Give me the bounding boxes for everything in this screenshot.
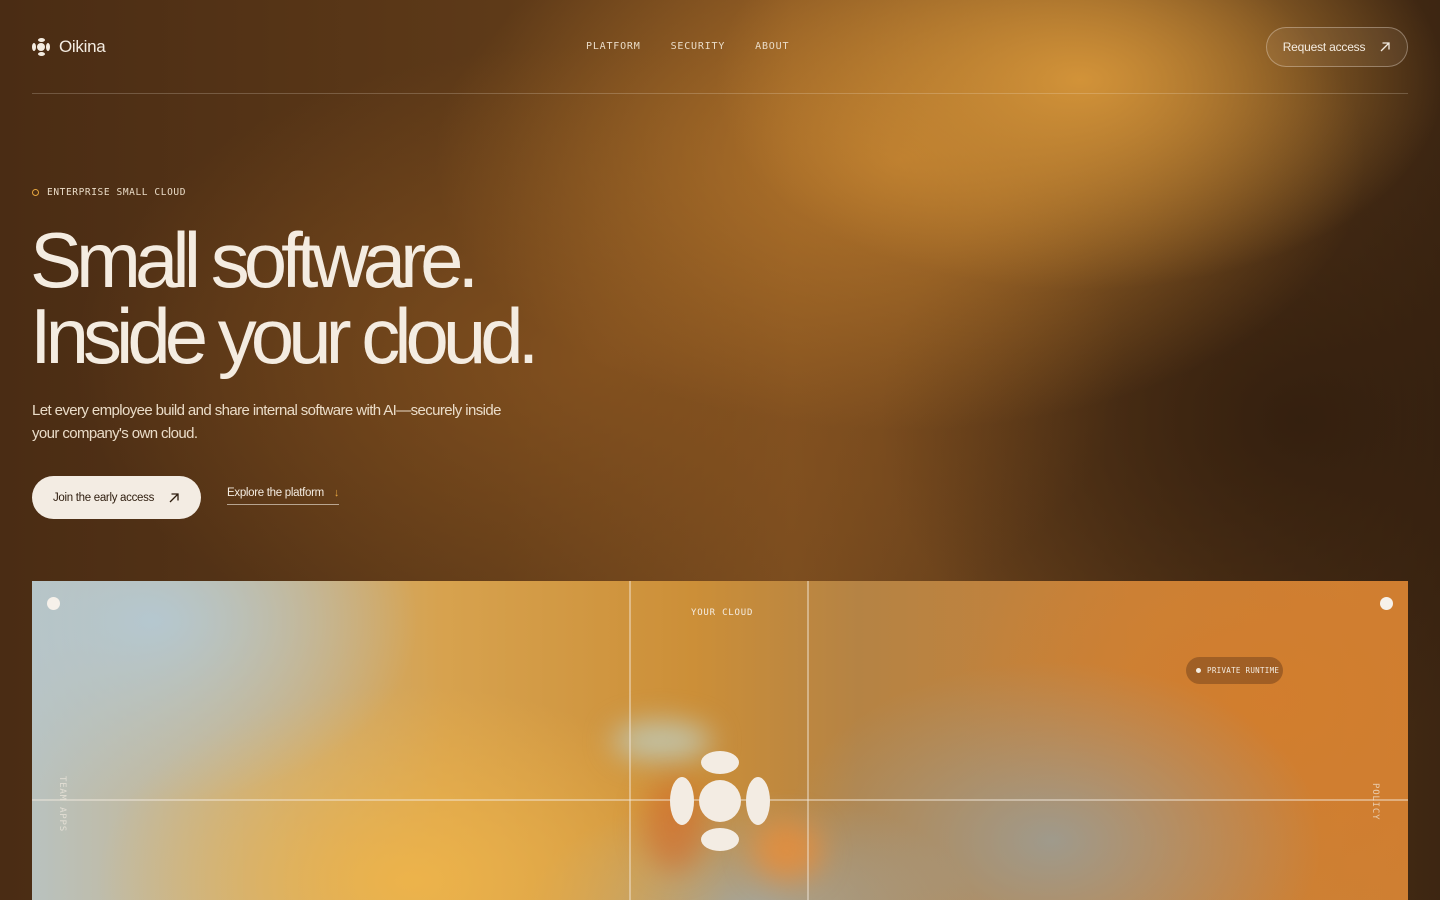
arrow-down-icon: ↓ [333, 487, 340, 499]
grid-line-vertical [807, 581, 809, 900]
arrow-up-right-icon [1379, 41, 1391, 53]
explore-platform-label: Explore the platform [227, 487, 324, 499]
oikina-logo-icon-large [670, 751, 770, 851]
brand-name: Oikina [59, 36, 106, 56]
hero-eyebrow: ENTERPRISE SMALL CLOUD [32, 187, 186, 198]
private-runtime-chip: PRIVATE RUNTIME [1186, 657, 1283, 684]
explore-platform-link[interactable]: Explore the platform ↓ [227, 487, 339, 505]
corner-dot [1380, 597, 1393, 610]
nav-item-security[interactable]: SECURITY [671, 41, 726, 52]
status-dot-icon [1196, 668, 1201, 673]
oikina-logo-icon [32, 37, 50, 56]
grid-line-vertical [629, 581, 631, 900]
hero-subtitle: Let every employee build and share inter… [32, 402, 501, 442]
label-your-cloud: YOUR CLOUD [691, 608, 754, 618]
eyebrow-label: ENTERPRISE SMALL CLOUD [47, 187, 187, 198]
request-access-button[interactable]: Request access [1266, 26, 1408, 67]
brand-logo-link[interactable]: Oikina [32, 36, 106, 57]
join-early-access-label: Join the early access [52, 491, 155, 504]
request-access-label: Request access [1282, 39, 1366, 54]
corner-dot [47, 597, 60, 610]
label-policy: POLICY [1370, 783, 1380, 821]
headline-line-1: Small software. [30, 216, 479, 304]
private-runtime-label: PRIVATE RUNTIME [1207, 666, 1280, 675]
headline-line-2: Inside your cloud. [30, 292, 539, 380]
cloud-visual-panel: YOUR CLOUD TEAM APPS POLICY PRIVATE RUNT… [32, 581, 1408, 900]
hero-headline: Small software. Inside your cloud. [30, 216, 539, 380]
label-team-apps: TEAM APPS [57, 776, 67, 832]
arrow-up-right-icon [168, 492, 180, 504]
nav-item-platform[interactable]: PLATFORM [586, 41, 641, 52]
join-early-access-button[interactable]: Join the early access [32, 476, 201, 519]
nav-item-about[interactable]: ABOUT [755, 41, 789, 52]
main-nav: PLATFORM SECURITY ABOUT [586, 41, 789, 52]
ring-dot-icon [32, 189, 39, 196]
site-header: Oikina PLATFORM SECURITY ABOUT Request a… [32, 0, 1408, 94]
